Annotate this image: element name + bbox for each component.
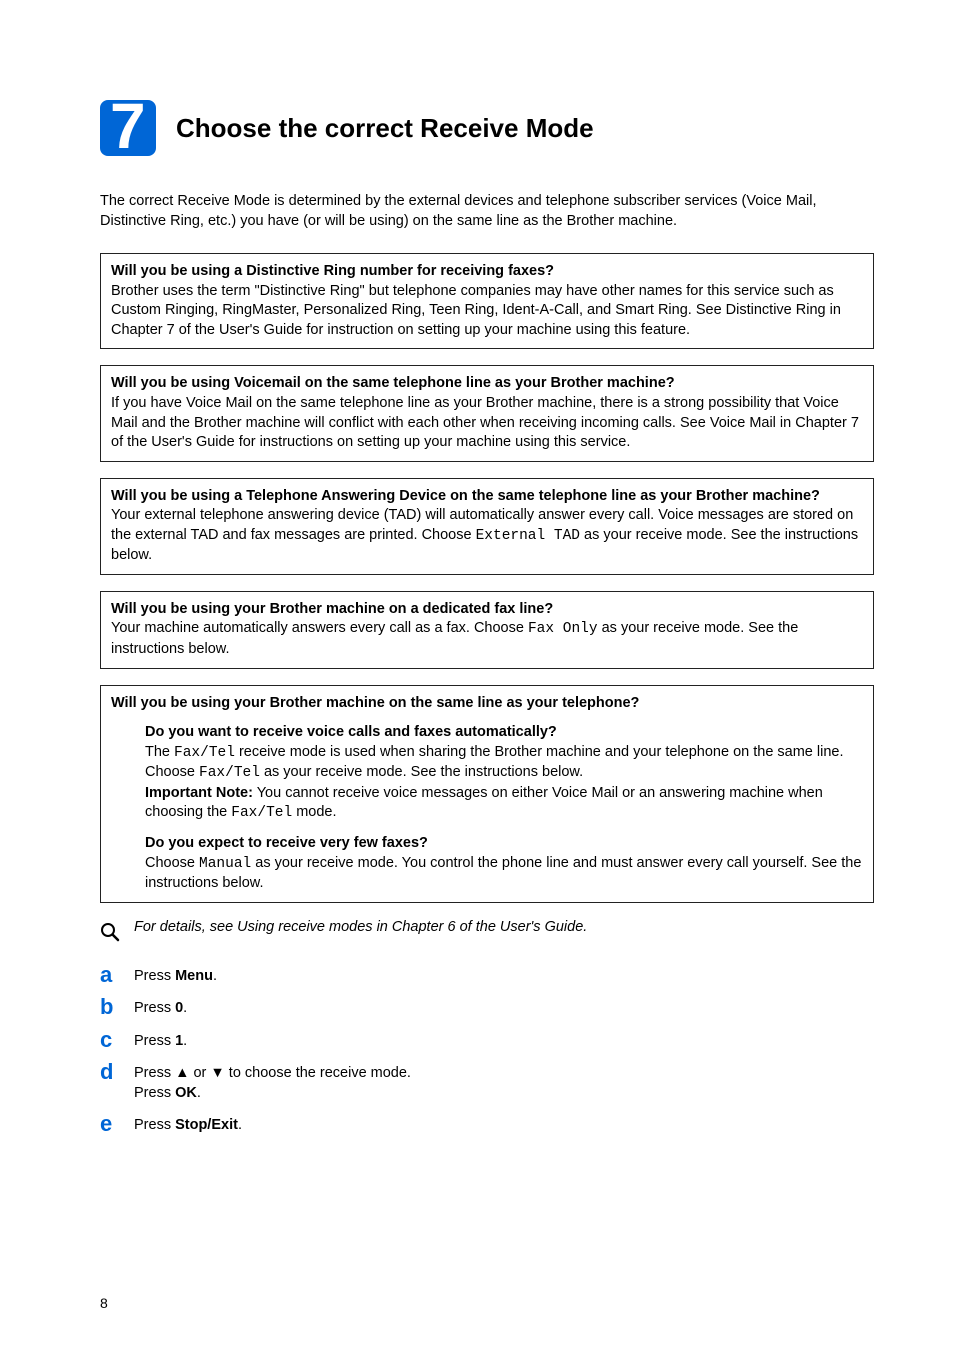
box3-code: External TAD [476,528,580,544]
box5-question: Will you be using your Brother machine o… [111,694,863,714]
box5-s2-t1: Choose [145,855,199,871]
sd-3: to choose the receive mode. [225,1065,411,1081]
step-c: c Press 1. [100,1029,874,1052]
box4-code: Fax Only [528,621,598,637]
box-dedicated-fax: Will you be using your Brother machine o… [100,591,874,669]
step-b-text: Press 0. [134,996,187,1019]
step-number: 7 [110,94,146,158]
se-2: Stop/Exit [175,1117,238,1133]
box1-question: Will you be using a Distinctive Ring num… [111,263,554,279]
magnifier-icon [100,919,134,946]
sa-3: . [213,968,217,984]
box3-question: Will you be using a Telephone Answering … [111,488,820,504]
step-a-text: Press Menu. [134,964,217,987]
sd-5: OK [175,1085,197,1101]
se-3: . [238,1117,242,1133]
box-distinctive-ring: Will you be using a Distinctive Ring num… [100,253,874,349]
sb-2: 0 [175,1000,183,1016]
sd-4: Press [134,1085,175,1101]
sc-3: . [183,1033,187,1049]
box5-s1-t3: as your receive mode. See the instructio… [260,764,583,780]
box5-s1-c1: Fax/Tel [174,745,235,761]
sd-1: Press [134,1065,175,1081]
box5-sub1-note: Important Note: You cannot receive voice… [145,784,863,824]
note-text: For details, see Using receive modes in … [134,919,587,946]
step-e-text: Press Stop/Exit. [134,1113,242,1136]
box5-s2-t2: as your receive mode. You control the ph… [145,855,861,892]
box5-sub2: Do you expect to receive very few faxes?… [111,834,863,894]
step-d: d Press ▲ or ▼ to choose the receive mod… [100,1061,874,1103]
sd-6: . [197,1085,201,1101]
sb-1: Press [134,1000,175,1016]
sd-2: or [189,1065,210,1081]
step-b: b Press 0. [100,996,874,1019]
box2-question: Will you be using Voicemail on the same … [111,375,675,391]
sb-3: . [183,1000,187,1016]
step-c-text: Press 1. [134,1029,187,1052]
box4-question: Will you be using your Brother machine o… [111,601,553,617]
box5-s2-c1: Manual [199,856,251,872]
box5-sub1-q: Do you want to receive voice calls and f… [145,723,863,743]
se-1: Press [134,1117,175,1133]
letter-b: b [100,996,134,1018]
sc-2: 1 [175,1033,183,1049]
step-d-text: Press ▲ or ▼ to choose the receive mode.… [134,1061,411,1103]
letter-d: d [100,1061,134,1083]
letter-e: e [100,1113,134,1135]
letter-c: c [100,1029,134,1051]
procedure-steps: a Press Menu. b Press 0. c Press 1. d Pr… [100,964,874,1136]
box-tad: Will you be using a Telephone Answering … [100,478,874,575]
step-number-badge: 7 [100,100,156,156]
box5-sub2-q: Do you expect to receive very few faxes? [145,834,863,854]
box-same-line: Will you be using your Brother machine o… [100,685,874,903]
sa-2: Menu [175,968,213,984]
note-row: For details, see Using receive modes in … [100,919,874,946]
box2-answer: If you have Voice Mail on the same telep… [111,395,859,450]
box5-s1-note-b: mode. [292,804,336,820]
sc-1: Press [134,1033,175,1049]
box4-answer-a: Your machine automatically answers every… [111,620,528,636]
step-e: e Press Stop/Exit. [100,1113,874,1136]
down-arrow-icon: ▼ [210,1065,224,1081]
box5-s1-c2: Fax/Tel [199,765,260,781]
box5-sub1: Do you want to receive voice calls and f… [111,723,863,824]
sa-1: Press [134,968,175,984]
box5-s1-note-code: Fax/Tel [231,805,292,821]
box5-s1-note-label: Important Note: [145,785,253,801]
letter-a: a [100,964,134,986]
box1-answer: Brother uses the term "Distinctive Ring"… [111,283,841,338]
step-header: 7 Choose the correct Receive Mode [100,100,874,156]
up-arrow-icon: ▲ [175,1065,189,1081]
box5-sub1-body: The Fax/Tel receive mode is used when sh… [145,743,863,784]
page-number: 8 [100,1295,108,1311]
step-a: a Press Menu. [100,964,874,987]
box5-sub2-body: Choose Manual as your receive mode. You … [145,854,863,894]
box5-s1-t1: The [145,744,174,760]
intro-text: The correct Receive Mode is determined b… [100,192,874,231]
box-voicemail: Will you be using Voicemail on the same … [100,365,874,461]
step-title: Choose the correct Receive Mode [176,113,594,144]
